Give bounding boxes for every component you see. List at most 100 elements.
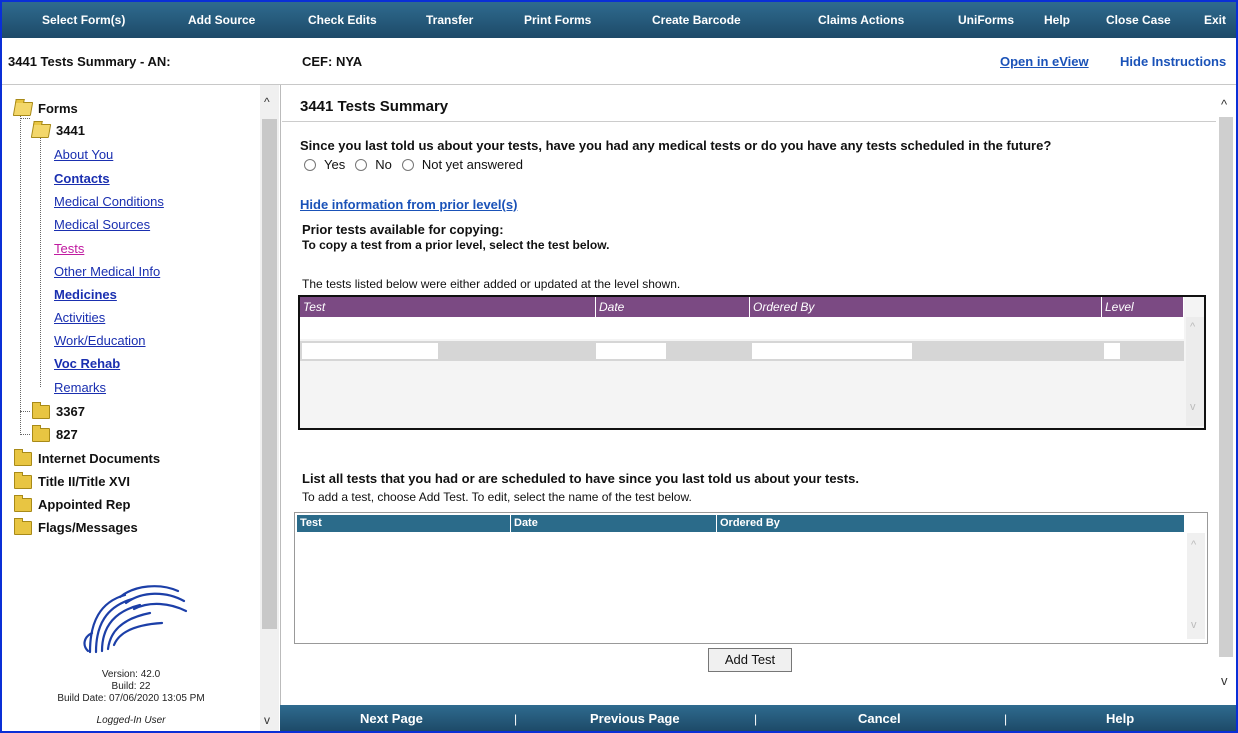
scroll-up-icon[interactable]: ^ bbox=[1190, 321, 1195, 333]
tree-item-voc-rehab[interactable]: Voc Rehab bbox=[54, 356, 120, 371]
menu-transfer[interactable]: Transfer bbox=[426, 13, 473, 27]
menu-create-barcode[interactable]: Create Barcode bbox=[652, 13, 741, 27]
nav-separator: | bbox=[514, 712, 518, 726]
bottom-nav-bar: Next Page | Previous Page | Cancel | Hel… bbox=[280, 705, 1236, 731]
scroll-down-icon[interactable]: v bbox=[1221, 673, 1228, 688]
tree-guide-line bbox=[40, 125, 41, 387]
scroll-down-icon[interactable]: v bbox=[264, 713, 270, 727]
tree-scrollbar[interactable]: ^ v bbox=[260, 85, 279, 731]
tree-item-remarks[interactable]: Remarks bbox=[54, 380, 106, 395]
radio-no[interactable] bbox=[355, 158, 368, 171]
main-scrollbar[interactable]: ^ v bbox=[1216, 85, 1236, 705]
tree-node-appointed-rep-label: Appointed Rep bbox=[38, 497, 131, 512]
tree-node-forms-label: Forms bbox=[38, 101, 78, 116]
menu-close-case[interactable]: Close Case bbox=[1106, 13, 1171, 27]
redacted-account-number bbox=[198, 52, 300, 72]
case-title: 3441 Tests Summary - AN: bbox=[8, 54, 171, 69]
tree-node-3441[interactable]: 3441 bbox=[30, 123, 85, 138]
tree-node-827[interactable]: 827 bbox=[32, 424, 78, 442]
help-button[interactable]: Help bbox=[1106, 711, 1134, 726]
col-header-date[interactable]: Date bbox=[596, 297, 750, 317]
scroll-up-icon[interactable]: ^ bbox=[1191, 539, 1196, 551]
col-header-ordered-by[interactable]: Ordered By bbox=[717, 515, 1185, 532]
menu-claims-actions[interactable]: Claims Actions bbox=[818, 13, 904, 27]
eagle-logo-icon bbox=[83, 585, 188, 654]
open-in-eview-link[interactable]: Open in eView bbox=[1000, 54, 1089, 69]
prior-table-scrollbar[interactable]: ^ v bbox=[1186, 317, 1204, 426]
col-header-level[interactable]: Level bbox=[1102, 297, 1184, 317]
hide-prior-levels-link[interactable]: Hide information from prior level(s) bbox=[300, 197, 517, 212]
build-date-text: Build Date: 07/06/2020 13:05 PM bbox=[57, 693, 205, 704]
tree-item-activities[interactable]: Activities bbox=[54, 310, 105, 325]
radio-no-label: No bbox=[375, 157, 392, 172]
tree-item-contacts[interactable]: Contacts bbox=[54, 171, 110, 186]
case-header: 3441 Tests Summary - AN: CEF: NYA Open i… bbox=[2, 40, 1236, 85]
tree-item-about-you[interactable]: About You bbox=[54, 147, 113, 162]
menu-exit[interactable]: Exit bbox=[1204, 13, 1226, 27]
col-header-ordered-by[interactable]: Ordered By bbox=[750, 297, 1102, 317]
tree-item-tests[interactable]: Tests bbox=[54, 241, 84, 256]
col-header-test[interactable]: Test bbox=[300, 297, 596, 317]
tree-guide-line bbox=[20, 411, 30, 412]
cef-status: CEF: NYA bbox=[302, 54, 363, 69]
tree-guide-line bbox=[20, 118, 30, 119]
table-cell bbox=[302, 343, 438, 359]
col-header-test[interactable]: Test bbox=[297, 515, 511, 532]
nav-separator: | bbox=[754, 712, 758, 726]
tree-node-title-ii-xvi[interactable]: Title II/Title XVI bbox=[14, 471, 130, 489]
page-title: 3441 Tests Summary bbox=[300, 98, 449, 115]
tree-node-flags-messages[interactable]: Flags/Messages bbox=[14, 517, 138, 535]
tests-table-scrollbar[interactable]: ^ v bbox=[1187, 533, 1205, 639]
prior-tests-note: The tests listed below were either added… bbox=[302, 277, 681, 291]
folder-icon bbox=[14, 471, 32, 489]
prior-tests-heading: Prior tests available for copying: bbox=[302, 222, 504, 237]
tree-item-medical-conditions[interactable]: Medical Conditions bbox=[54, 194, 164, 209]
title-divider bbox=[282, 121, 1216, 122]
prior-tests-instructions: To copy a test from a prior level, selec… bbox=[302, 238, 610, 252]
menu-uniforms[interactable]: UniForms bbox=[958, 13, 1014, 27]
tree-node-forms[interactable]: Forms bbox=[12, 101, 78, 116]
hide-instructions-link[interactable]: Hide Instructions bbox=[1120, 54, 1226, 69]
menu-print-forms[interactable]: Print Forms bbox=[524, 13, 591, 27]
scroll-down-icon[interactable]: v bbox=[1190, 401, 1196, 413]
tree-item-work-education[interactable]: Work/Education bbox=[54, 333, 146, 348]
tree-item-medical-sources[interactable]: Medical Sources bbox=[54, 217, 150, 232]
menu-help[interactable]: Help bbox=[1044, 13, 1070, 27]
main-scroll-thumb[interactable] bbox=[1219, 117, 1233, 657]
list-tests-heading: List all tests that you had or are sched… bbox=[302, 471, 859, 486]
nav-separator: | bbox=[1004, 712, 1008, 726]
tests-table: Test Date Ordered By ^ v bbox=[294, 512, 1208, 644]
table-cell bbox=[596, 343, 666, 359]
menu-check-edits[interactable]: Check Edits bbox=[308, 13, 377, 27]
open-folder-icon bbox=[30, 123, 52, 138]
table-row[interactable] bbox=[300, 341, 1184, 361]
cancel-button[interactable]: Cancel bbox=[858, 711, 901, 726]
tree-scroll-thumb[interactable] bbox=[262, 119, 277, 629]
tree-guide-line bbox=[20, 434, 30, 435]
menu-add-source[interactable]: Add Source bbox=[188, 13, 255, 27]
tree-node-appointed-rep[interactable]: Appointed Rep bbox=[14, 494, 131, 512]
main-content: 3441 Tests Summary Since you last told u… bbox=[282, 85, 1236, 705]
table-row[interactable] bbox=[300, 317, 1184, 339]
scroll-up-icon[interactable]: ^ bbox=[264, 95, 270, 109]
tree-guide-line bbox=[20, 105, 21, 435]
add-test-button[interactable]: Add Test bbox=[708, 648, 792, 672]
tree-item-medicines[interactable]: Medicines bbox=[54, 287, 117, 302]
menu-select-forms[interactable]: Select Form(s) bbox=[42, 13, 125, 27]
scroll-down-icon[interactable]: v bbox=[1191, 619, 1197, 631]
folder-icon bbox=[14, 517, 32, 535]
folder-icon bbox=[14, 448, 32, 466]
radio-yes[interactable] bbox=[304, 158, 316, 171]
tree-node-3367[interactable]: 3367 bbox=[32, 401, 85, 419]
tree-node-internet-documents[interactable]: Internet Documents bbox=[14, 448, 160, 466]
col-header-date[interactable]: Date bbox=[511, 515, 717, 532]
scroll-up-icon[interactable]: ^ bbox=[1221, 97, 1227, 112]
tree-node-3367-label: 3367 bbox=[56, 404, 85, 419]
tree-node-827-label: 827 bbox=[56, 427, 78, 442]
next-page-button[interactable]: Next Page bbox=[360, 711, 423, 726]
logged-in-user: Logged-In User bbox=[96, 715, 166, 726]
tree-item-other-medical-info[interactable]: Other Medical Info bbox=[54, 264, 160, 279]
previous-page-button[interactable]: Previous Page bbox=[590, 711, 680, 726]
answer-radio-group: Yes No Not yet answered bbox=[298, 157, 523, 172]
radio-not-yet-answered[interactable] bbox=[401, 158, 414, 171]
